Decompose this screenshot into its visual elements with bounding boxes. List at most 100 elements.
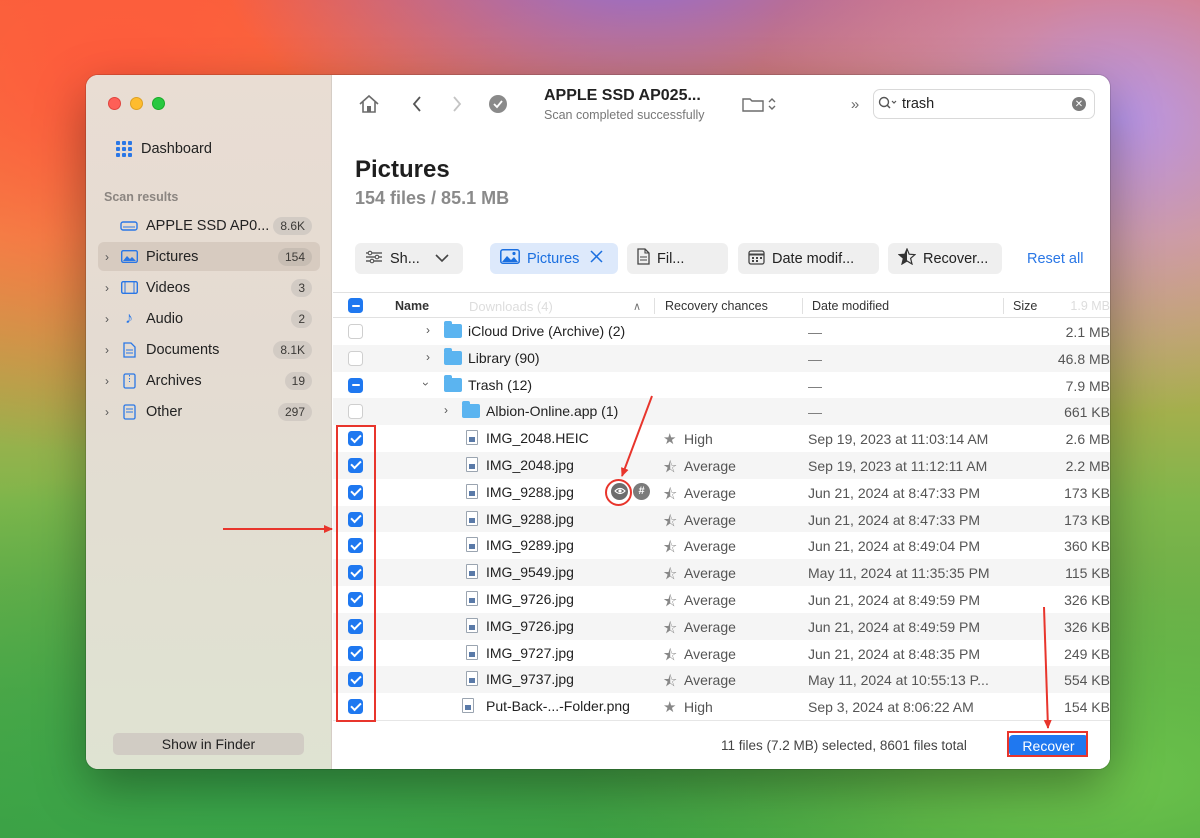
image-file-icon bbox=[466, 564, 478, 580]
recovery-chances-filter[interactable]: Recover... bbox=[888, 243, 1002, 274]
row-checkbox[interactable] bbox=[348, 672, 363, 688]
row-checkbox[interactable] bbox=[348, 618, 363, 634]
chevron-right-icon[interactable]: › bbox=[98, 343, 116, 357]
sidebar-item-documents[interactable]: › Documents 8.1K bbox=[98, 335, 320, 364]
show-in-finder-button[interactable]: Show in Finder bbox=[113, 733, 304, 755]
file-date: — bbox=[808, 350, 822, 367]
image-file-icon bbox=[466, 483, 478, 499]
table-row[interactable]: IMG_9726.jpg ⯪ Average Jun 21, 2024 at 8… bbox=[333, 586, 1110, 613]
file-name: IMG_9288.jpg bbox=[486, 510, 574, 527]
zoom-window-button[interactable] bbox=[152, 97, 165, 110]
row-checkbox[interactable] bbox=[348, 645, 363, 661]
row-checkbox[interactable] bbox=[348, 591, 363, 607]
sidebar-item-other[interactable]: › Other 297 bbox=[98, 397, 320, 426]
close-icon[interactable] bbox=[590, 250, 603, 267]
sidebar-item-videos[interactable]: › Videos 3 bbox=[98, 273, 320, 302]
image-file-icon bbox=[466, 644, 478, 660]
table-row[interactable]: IMG_9737.jpg ⯪ Average May 11, 2024 at 1… bbox=[333, 666, 1110, 694]
row-checkbox[interactable] bbox=[348, 699, 363, 715]
forward-icon[interactable] bbox=[450, 93, 464, 115]
table-row[interactable]: IMG_9726.jpg ⯪ Average Jun 21, 2024 at 8… bbox=[333, 612, 1110, 640]
chevron-right-icon[interactable]: › bbox=[426, 350, 430, 364]
chevron-down-icon[interactable]: › bbox=[419, 382, 433, 386]
table-row[interactable]: › iCloud Drive (Archive) (2) — 2.1 MB bbox=[333, 318, 1110, 345]
row-checkbox[interactable] bbox=[348, 511, 363, 527]
close-window-button[interactable] bbox=[108, 97, 121, 110]
back-icon[interactable] bbox=[410, 93, 424, 115]
file-date: Jun 21, 2024 at 8:49:59 PM bbox=[808, 618, 981, 635]
table-row[interactable]: › Trash (12) — 7.9 MB bbox=[333, 372, 1110, 399]
column-date-modified[interactable]: Date modified bbox=[812, 299, 889, 313]
file-size: 115 KB bbox=[1065, 565, 1110, 582]
sidebar-item-dashboard[interactable]: Dashboard bbox=[116, 138, 212, 160]
table-row[interactable]: › Library (90) — 46.8 MB bbox=[333, 344, 1110, 372]
chevron-right-icon[interactable]: › bbox=[426, 323, 430, 337]
recovery-chance: High bbox=[684, 431, 713, 448]
sliders-icon bbox=[365, 250, 383, 268]
search-field[interactable]: trash ✕ bbox=[873, 89, 1095, 119]
select-all-checkbox[interactable] bbox=[348, 298, 363, 313]
table-row[interactable]: IMG_9288.jpg ⯪ Average Jun 21, 2024 at 8… bbox=[333, 505, 1110, 533]
file-size: 2.6 MB bbox=[1065, 431, 1110, 448]
row-checkbox[interactable] bbox=[348, 538, 363, 554]
row-checkbox[interactable] bbox=[348, 377, 363, 393]
chevron-right-icon[interactable]: › bbox=[444, 403, 448, 417]
file-icon bbox=[118, 403, 140, 420]
sidebar-item-audio[interactable]: › ♪ Audio 2 bbox=[98, 304, 320, 333]
row-checkbox[interactable] bbox=[348, 350, 363, 366]
column-size[interactable]: Size bbox=[1013, 299, 1037, 313]
row-checkbox[interactable] bbox=[348, 484, 363, 500]
file-size: 360 KB bbox=[1064, 538, 1110, 555]
home-icon[interactable] bbox=[357, 93, 381, 115]
column-recovery-chances[interactable]: Recovery chances bbox=[665, 299, 768, 313]
recover-button[interactable]: Recover bbox=[1009, 735, 1088, 756]
sidebar-item-pictures[interactable]: › Pictures 154 bbox=[98, 242, 320, 271]
row-checkbox[interactable] bbox=[348, 457, 363, 473]
row-checkbox[interactable] bbox=[348, 565, 363, 581]
file-date: May 11, 2024 at 11:35:35 PM bbox=[808, 565, 990, 582]
table-row[interactable]: › Albion-Online.app (1) — 661 KB bbox=[333, 398, 1110, 426]
chevron-right-icon[interactable]: › bbox=[98, 250, 116, 264]
row-checkbox[interactable] bbox=[348, 404, 363, 420]
ghost-size-label: 1.9 MB bbox=[1070, 299, 1110, 313]
sidebar-item-label: Documents bbox=[146, 341, 220, 358]
file-size: 326 KB bbox=[1064, 591, 1110, 608]
pictures-filter-chip[interactable]: Pictures bbox=[490, 243, 618, 274]
file-type-filter[interactable]: Fil... bbox=[627, 243, 728, 274]
chevron-right-icon[interactable]: › bbox=[98, 312, 116, 326]
minimize-window-button[interactable] bbox=[130, 97, 143, 110]
hash-icon[interactable]: # bbox=[633, 482, 650, 500]
reset-all-link[interactable]: Reset all bbox=[1027, 251, 1083, 267]
date-modified-filter[interactable]: Date modif... bbox=[738, 243, 879, 274]
image-file-icon bbox=[466, 671, 478, 687]
music-note-icon: ♪ bbox=[125, 309, 133, 327]
file-list: › iCloud Drive (Archive) (2) — 2.1 MB › … bbox=[333, 318, 1110, 720]
table-row[interactable]: IMG_9727.jpg ⯪ Average Jun 21, 2024 at 8… bbox=[333, 640, 1110, 667]
show-filter-dropdown[interactable]: Sh... bbox=[355, 243, 463, 274]
double-chevron-right-icon[interactable]: » bbox=[845, 93, 865, 115]
table-row[interactable]: IMG_2048.jpg ⯪ Average Sep 19, 2023 at 1… bbox=[333, 451, 1110, 479]
row-checkbox[interactable] bbox=[348, 431, 363, 447]
row-checkbox[interactable] bbox=[348, 324, 363, 339]
recovery-chance: High bbox=[684, 699, 713, 716]
column-name[interactable]: Name bbox=[395, 299, 429, 313]
sidebar-item-count: 19 bbox=[284, 371, 312, 390]
table-row[interactable]: IMG_2048.HEIC ★ High Sep 19, 2023 at 11:… bbox=[333, 425, 1110, 452]
table-row[interactable]: IMG_9288.jpg # ⯪ Average Jun 21, 2024 at… bbox=[333, 479, 1110, 506]
chevron-right-icon[interactable]: › bbox=[98, 374, 116, 388]
sidebar-item-drive[interactable]: APPLE SSD AP0... 8.6K bbox=[98, 211, 320, 240]
file-name: IMG_9289.jpg bbox=[486, 537, 574, 554]
chevron-right-icon[interactable]: › bbox=[98, 405, 116, 419]
recovery-chance: Average bbox=[684, 565, 736, 582]
table-row[interactable]: Put-Back-...-Folder.png ★ High Sep 3, 20… bbox=[333, 693, 1110, 720]
sort-ascending-icon[interactable]: ∧ bbox=[633, 300, 641, 313]
table-row[interactable]: IMG_9549.jpg ⯪ Average May 11, 2024 at 1… bbox=[333, 559, 1110, 586]
search-input[interactable]: trash bbox=[902, 96, 1072, 112]
table-row[interactable]: IMG_9289.jpg ⯪ Average Jun 21, 2024 at 8… bbox=[333, 532, 1110, 559]
file-size: 173 KB bbox=[1064, 511, 1110, 528]
chevron-right-icon[interactable]: › bbox=[98, 281, 116, 295]
sidebar-item-archives[interactable]: › Archives 19 bbox=[98, 366, 320, 395]
preview-eye-icon[interactable] bbox=[611, 482, 628, 500]
clear-search-icon[interactable]: ✕ bbox=[1072, 97, 1086, 111]
folder-selector-icon[interactable] bbox=[741, 93, 779, 115]
